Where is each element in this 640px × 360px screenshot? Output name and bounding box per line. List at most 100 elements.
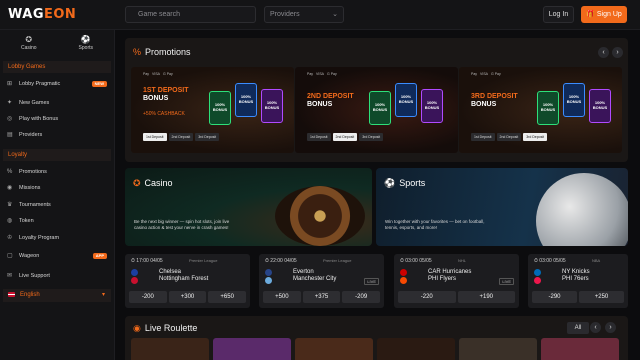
clock-icon: ⏱ [400, 258, 404, 264]
team-badges [265, 269, 275, 285]
league-label: Premier League [323, 258, 352, 263]
signup-button[interactable]: 🎁 Sign Up [581, 6, 627, 23]
match-card[interactable]: ⏱ 17:00 04/05 Premier League Chelsea Nott… [125, 254, 250, 308]
sidebar-tab-casino[interactable]: ✪ Casino [21, 35, 37, 56]
game-thumbnail[interactable] [213, 338, 291, 360]
sidebar-item-lobby-pragmatic[interactable]: ⊞ Lobby Pragmatic NEW [7, 78, 111, 90]
promotions-panel: % Promotions ‹ › Pay VISA G Pay 1ST DEPOSIT… [125, 38, 628, 162]
promo-card-1st-deposit[interactable]: Pay VISA G Pay 1ST DEPOSIT BONUS +50% CASHB… [131, 67, 294, 153]
chevron-down-icon: ⌄ [332, 11, 338, 18]
sidebar-item-tournaments[interactable]: ♛ Tournaments [7, 199, 111, 211]
match-time: ⏱ 22:00 04/05 [265, 258, 297, 264]
odds-button[interactable]: +500 [263, 291, 301, 303]
odds-row: -220 +190 [398, 291, 515, 303]
bonus-card: 100% BONUS [589, 89, 611, 123]
sports-category-card[interactable]: ⚽ Sports Win together with your favorites… [376, 168, 628, 246]
sidebar-item-providers[interactable]: ▤ Providers [7, 129, 111, 141]
prev-arrow-icon[interactable]: ‹ [590, 322, 601, 333]
odds-button[interactable]: -220 [398, 291, 456, 303]
next-arrow-icon[interactable]: › [605, 322, 616, 333]
teams: Chelsea Nottingham Forest [159, 269, 209, 282]
promo-card-2nd-deposit[interactable]: Pay VISA G Pay 2ND DEPOSIT BONUS 100% BONUS… [295, 67, 458, 153]
match-card[interactable]: ⏱ 03:00 05/05 NBA NY Knicks PHI 76ers -29… [528, 254, 628, 308]
prev-arrow-icon[interactable]: ‹ [598, 47, 609, 58]
odds-button[interactable]: -200 [129, 291, 167, 303]
sports-icon: ⚽ [80, 35, 91, 44]
payment-icons: Pay VISA G Pay [471, 72, 501, 76]
odds-button[interactable]: +190 [457, 291, 515, 303]
promo-title: 1ST DEPOSIT BONUS [143, 87, 189, 102]
bonus-card: 100% BONUS [537, 91, 559, 125]
next-arrow-icon[interactable]: › [612, 47, 623, 58]
teams: Everton Manchester City [293, 269, 337, 282]
app-icon: ▢ [7, 253, 13, 259]
promo-card-3rd-deposit[interactable]: Pay VISA G Pay 3RD DEPOSIT BONUS 100% BONUS… [459, 67, 622, 153]
odds-button[interactable]: +375 [302, 291, 341, 303]
promotions-title: % Promotions [133, 47, 191, 57]
sidebar-item-wageon-app[interactable]: ▢ Wageon APP [7, 250, 111, 262]
odds-row: -200 +300 +650 [129, 291, 247, 303]
lobby-section-header[interactable]: Lobby Games [3, 61, 111, 73]
logo[interactable]: WAGEON [8, 7, 76, 22]
payment-icons: Pay VISA G Pay [143, 72, 173, 76]
match-card[interactable]: ⏱ 22:00 04/05 Premier League Everton Manc… [259, 254, 384, 308]
deposit-tabs: 1st Deposit 2nd Deposit 3rd Deposit [307, 133, 384, 141]
clock-icon: ⏱ [265, 258, 269, 264]
sidebar-item-loyalty-program[interactable]: ♔ Loyalty Program [7, 232, 111, 244]
sidebar-item-missions[interactable]: ◉ Missions [7, 182, 111, 194]
game-thumbnail[interactable] [459, 338, 537, 360]
team-badges [131, 269, 141, 285]
bonus-card: 100% BONUS [421, 89, 443, 123]
football-image [536, 173, 628, 246]
search-input[interactable]: Game search [125, 6, 256, 23]
sidebar-tab-sports[interactable]: ⚽ Sports [79, 35, 93, 56]
match-time: ⏱ 17:00 04/05 [131, 258, 163, 264]
casino-category-card[interactable]: ✪ Casino Be the next big winner — spin ho… [125, 168, 372, 246]
sports-title: ⚽ Sports [384, 178, 426, 188]
payment-icons: Pay VISA G Pay [307, 72, 337, 76]
language-select[interactable]: English ▾ [3, 289, 111, 302]
odds-row: -290 +250 [532, 291, 624, 303]
match-card[interactable]: ⏱ 03:00 05/05 NHL CAR Hurricanes PHI Flye… [394, 254, 519, 308]
clock-icon: ⏱ [131, 258, 135, 264]
percent-icon: % [133, 47, 142, 57]
percent-icon: % [7, 169, 13, 175]
sidebar-item-token[interactable]: ◍ Token [7, 215, 111, 227]
deposit-tabs: 1st Deposit 2nd Deposit 3rd Deposit [471, 133, 548, 141]
uk-flag-icon [8, 291, 15, 297]
live-roulette-title: ◉ Live Roulette [133, 323, 198, 333]
roulette-wheel-image [275, 186, 365, 246]
teams: NY Knicks PHI 76ers [562, 269, 590, 282]
bonus-card: 100% BONUS [209, 91, 231, 125]
new-badge: NEW [91, 81, 107, 87]
live-badge: LIVE [499, 278, 514, 285]
sidebar-item-live-support[interactable]: ✉ Live Support [7, 270, 111, 282]
game-thumbnail[interactable] [377, 338, 455, 360]
game-thumbnail[interactable] [541, 338, 619, 360]
game-thumbnail[interactable] [131, 338, 209, 360]
login-button[interactable]: Log In [543, 6, 574, 23]
match-time: ⏱ 03:00 05/05 [534, 258, 566, 264]
crown-icon: ♔ [7, 235, 13, 241]
odds-button[interactable]: +300 [168, 291, 207, 303]
loyalty-section-header[interactable]: Loyalty [3, 149, 111, 161]
providers-select[interactable]: Providers ⌄ [264, 6, 344, 23]
odds-button[interactable]: -290 [532, 291, 577, 303]
target-icon: ◉ [7, 185, 13, 191]
app-badge: APP [92, 253, 107, 259]
chevron-down-icon: ▾ [101, 292, 105, 298]
game-thumbnail[interactable] [295, 338, 373, 360]
odds-row: +500 +375 -209 [263, 291, 381, 303]
sidebar-item-new-games[interactable]: ✦ New Games [7, 97, 111, 109]
team-badges [534, 269, 544, 285]
sidebar-item-promotions[interactable]: % Promotions [7, 166, 111, 178]
odds-button[interactable]: +650 [208, 291, 247, 303]
sidebar: ✪ Casino ⚽ Sports Lobby Games ⊞ Lobby Pragm… [0, 30, 115, 360]
sidebar-item-play-with-bonus[interactable]: ◎ Play with Bonus [7, 113, 111, 125]
bonus-card: 100% BONUS [563, 83, 585, 117]
teams: CAR Hurricanes PHI Flyers [428, 269, 472, 282]
odds-button[interactable]: +250 [579, 291, 624, 303]
odds-button[interactable]: -209 [342, 291, 381, 303]
all-button[interactable]: All [567, 322, 589, 334]
grid-icon: ⊞ [7, 81, 13, 87]
